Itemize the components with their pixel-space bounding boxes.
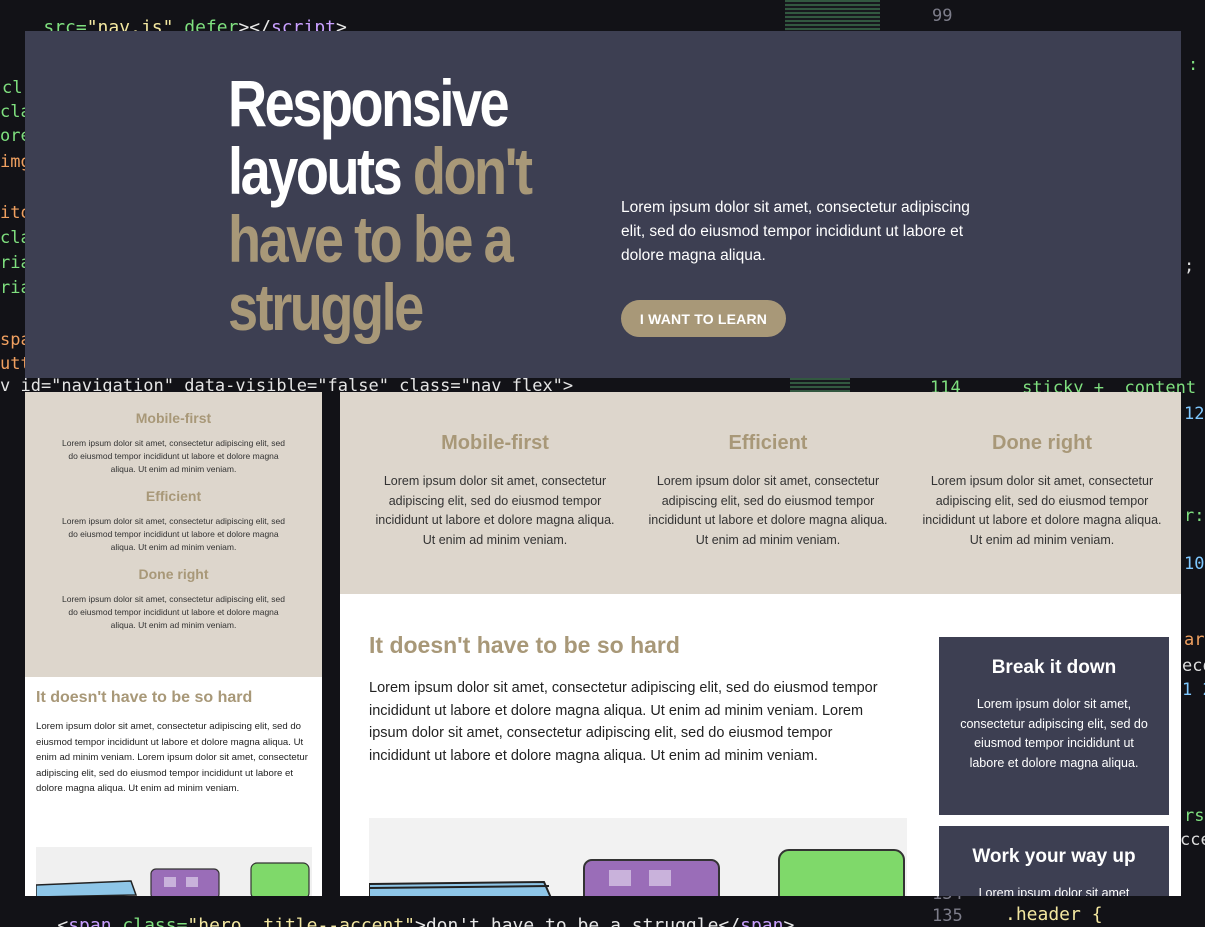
section-text: Lorem ipsum dolor sit amet, consectetur … xyxy=(36,721,308,794)
section-heading: It doesn't have to be so hard xyxy=(369,632,680,658)
gutter-fragment: 10 xyxy=(1184,554,1205,574)
feature-text: Lorem ipsum dolor sit amet, consectetur … xyxy=(62,438,285,474)
minimap-middle xyxy=(790,378,850,392)
card-text: Lorem ipsum dolor sit amet, consectetur … xyxy=(960,697,1148,770)
features-section: Mobile-first Lorem ipsum dolor sit amet,… xyxy=(25,392,322,677)
feature-text: Lorem ipsum dolor sit amet, consectetur … xyxy=(922,474,1162,547)
line-number: 135 xyxy=(932,906,963,926)
feature-title: Mobile-first xyxy=(135,410,212,426)
feature-card: Efficient Lorem ipsum dolor sit amet, co… xyxy=(61,488,286,554)
feature-title: Mobile-first xyxy=(441,432,549,454)
sketch-image xyxy=(36,847,312,896)
desktop-preview: Mobile-first Lorem ipsum dolor sit amet,… xyxy=(340,392,1181,896)
gutter-fragment: r: xyxy=(1184,506,1205,526)
feature-title: Done right xyxy=(138,566,209,582)
main-content: It doesn't have to be so hard Lorem ipsu… xyxy=(25,677,322,809)
feature-card: Mobile-first Lorem ipsum dolor sit amet,… xyxy=(370,432,620,550)
gutter-fragment: 1 2 xyxy=(1182,680,1205,700)
code-line-span: <span class="hero__title--accent">don't … xyxy=(57,915,795,927)
hero-section: Responsive layouts don't have to be a st… xyxy=(25,31,1181,378)
card-text: Lorem ipsum dolor sit amet xyxy=(978,886,1130,896)
gutter-fragment: ar( xyxy=(1184,630,1205,650)
gutter-fragment: rs xyxy=(1184,806,1205,826)
section-text: Lorem ipsum dolor sit amet, consectetur … xyxy=(369,680,878,764)
feature-title: Efficient xyxy=(728,432,808,454)
feature-card: Done right Lorem ipsum dolor sit amet, c… xyxy=(61,566,286,632)
features-section: Mobile-first Lorem ipsum dolor sit amet,… xyxy=(340,392,1181,594)
gutter-fragment: cl xyxy=(2,78,23,98)
code-header-rule: .header { xyxy=(1005,904,1103,925)
sidebar-card: Work your way up Lorem ipsum dolor sit a… xyxy=(939,826,1169,896)
feature-text: Lorem ipsum dolor sit amet, consectetur … xyxy=(62,594,285,630)
feature-text: Lorem ipsum dolor sit amet, consectetur … xyxy=(648,474,888,547)
feature-text: Lorem ipsum dolor sit amet, consectetur … xyxy=(62,516,285,552)
minimap xyxy=(785,0,880,31)
sidebar-card: Break it down Lorem ipsum dolor sit amet… xyxy=(939,637,1169,815)
section-heading: It doesn't have to be so hard xyxy=(36,689,253,706)
sketch-image xyxy=(369,818,907,896)
hero-description: Lorem ipsum dolor sit amet, consectetur … xyxy=(621,199,970,264)
gutter-fragment: cce xyxy=(1180,830,1205,850)
gutter-fragment: ; xyxy=(1184,256,1195,276)
hero-title: Responsive layouts don't have to be a st… xyxy=(228,66,533,344)
feature-title: Efficient xyxy=(145,488,202,504)
card-title: Work your way up xyxy=(972,846,1136,867)
learn-button[interactable]: I WANT TO LEARN xyxy=(621,300,786,337)
gutter-fragment: : xyxy=(1188,55,1199,75)
gutter-fragment: eco xyxy=(1182,656,1205,676)
line-number: 99 xyxy=(932,6,953,26)
feature-card: Done right Lorem ipsum dolor sit amet, c… xyxy=(917,432,1167,550)
feature-title: Done right xyxy=(992,432,1092,454)
feature-text: Lorem ipsum dolor sit amet, consectetur … xyxy=(375,474,615,547)
gutter-fragment: 12 xyxy=(1184,404,1205,424)
mobile-preview: Mobile-first Lorem ipsum dolor sit amet,… xyxy=(25,392,322,896)
feature-card: Efficient Lorem ipsum dolor sit amet, co… xyxy=(643,432,893,550)
card-title: Break it down xyxy=(991,657,1117,678)
main-content: It doesn't have to be so hard Lorem ipsu… xyxy=(369,632,889,767)
hero-title-accent: don't xyxy=(412,134,533,208)
feature-card: Mobile-first Lorem ipsum dolor sit amet,… xyxy=(61,410,286,476)
